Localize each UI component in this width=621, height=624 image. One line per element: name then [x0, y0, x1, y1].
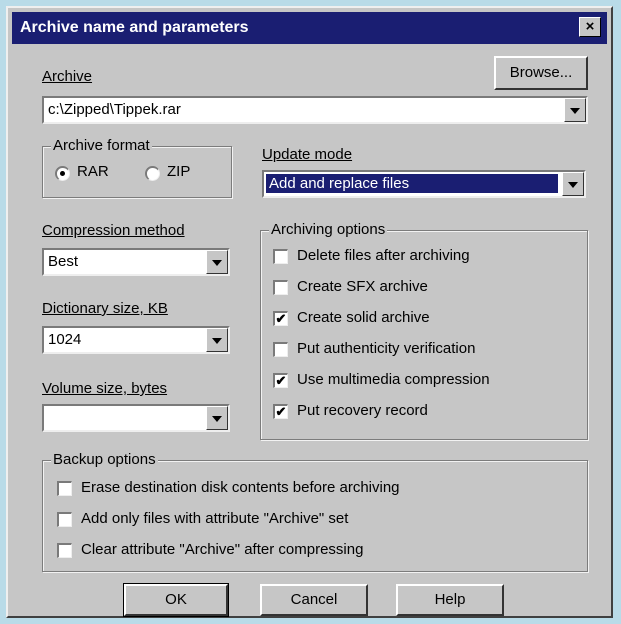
chevron-down-icon[interactable]	[206, 250, 228, 274]
chevron-down-icon[interactable]	[206, 406, 228, 430]
archive-format-legend: Archive format	[51, 137, 152, 154]
dictionary-size-label: Dictionary size, KB	[42, 300, 168, 317]
checkbox[interactable]	[273, 249, 288, 264]
compression-method-select[interactable]: Best	[42, 248, 230, 276]
chevron-down-icon[interactable]	[564, 98, 586, 122]
checkbox-label[interactable]: Erase destination disk contents before a…	[81, 479, 400, 496]
checkbox-label[interactable]: Add only files with attribute "Archive" …	[81, 510, 348, 527]
checkbox-label[interactable]: Create SFX archive	[297, 278, 428, 295]
rar-radio[interactable]	[55, 166, 70, 181]
cancel-button[interactable]: Cancel	[260, 584, 368, 616]
chevron-down-icon[interactable]	[562, 172, 584, 196]
chevron-down-icon[interactable]	[206, 328, 228, 352]
backup-options-group: Backup options Erase destination disk co…	[42, 451, 588, 572]
checkbox[interactable]: ✔	[273, 373, 288, 388]
dictionary-size-value: 1024	[48, 331, 82, 348]
volume-size-label: Volume size, bytes	[42, 380, 168, 397]
checkbox[interactable]	[57, 543, 72, 558]
volume-size-combo[interactable]	[42, 404, 230, 432]
checkbox-label[interactable]: Put recovery record	[297, 402, 428, 419]
checkbox[interactable]	[57, 512, 72, 527]
checkbox-label[interactable]: Clear attribute "Archive" after compress…	[81, 541, 363, 558]
compression-method-value: Best	[48, 253, 79, 270]
checkbox[interactable]	[273, 342, 288, 357]
zip-radio[interactable]	[145, 166, 160, 181]
checkmark-icon: ✔	[275, 404, 287, 419]
ok-button[interactable]: OK	[123, 583, 229, 617]
dialog-title: Archive name and parameters	[20, 19, 249, 36]
checkbox[interactable]: ✔	[273, 311, 288, 326]
backup-options-legend: Backup options	[51, 451, 158, 468]
checkbox-label[interactable]: Create solid archive	[297, 309, 430, 326]
rar-label[interactable]: RAR	[77, 163, 109, 180]
browse-button[interactable]: Browse...	[494, 56, 588, 90]
checkmark-icon: ✔	[275, 311, 287, 326]
radio-dot-icon	[60, 171, 65, 176]
archive-path-value: c:\Zipped\Tippek.rar	[48, 101, 181, 118]
checkbox[interactable]	[273, 280, 288, 295]
compression-method-label: Compression method	[42, 222, 185, 239]
close-button[interactable]: ×	[579, 17, 601, 37]
update-mode-value: Add and replace files	[266, 174, 558, 193]
checkbox[interactable]	[57, 481, 72, 496]
archive-path-combo[interactable]: c:\Zipped\Tippek.rar	[42, 96, 588, 124]
update-mode-label: Update mode	[262, 146, 353, 163]
checkbox-label[interactable]: Delete files after archiving	[297, 247, 470, 264]
archive-dialog: Archive name and parameters × Archive Br…	[6, 6, 613, 618]
archiving-options-group: Archiving options Delete files after arc…	[260, 221, 588, 440]
checkmark-icon: ✔	[275, 373, 287, 388]
checkbox-label[interactable]: Use multimedia compression	[297, 371, 490, 388]
checkbox-label[interactable]: Put authenticity verification	[297, 340, 475, 357]
archiving-options-legend: Archiving options	[269, 221, 388, 238]
help-button[interactable]: Help	[396, 584, 504, 616]
dictionary-size-select[interactable]: 1024	[42, 326, 230, 354]
title-bar[interactable]: Archive name and parameters ×	[12, 12, 607, 44]
update-mode-select[interactable]: Add and replace files	[262, 170, 586, 198]
checkbox[interactable]: ✔	[273, 404, 288, 419]
zip-label[interactable]: ZIP	[167, 163, 190, 180]
archive-label: Archive	[42, 68, 93, 85]
archive-format-group: Archive format RAR ZIP	[42, 137, 232, 198]
